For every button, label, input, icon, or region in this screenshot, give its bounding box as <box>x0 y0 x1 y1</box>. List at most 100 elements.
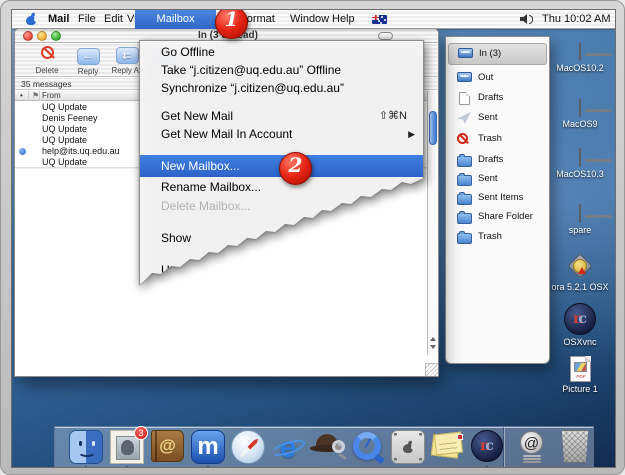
dock-mozilla[interactable]: m <box>191 430 227 466</box>
trash-icon <box>560 430 590 463</box>
mail-unread-badge: 3 <box>134 426 148 440</box>
from-column-header[interactable]: From <box>42 91 61 101</box>
menu-edit[interactable]: Edit <box>104 10 123 29</box>
dock-mail[interactable]: 3 <box>110 430 146 466</box>
paper-plane-icon <box>457 112 471 124</box>
toolbar-toggle-button[interactable] <box>378 32 393 40</box>
system-preferences-icon <box>391 430 425 464</box>
drawer-item-share-folder[interactable]: Share Folder <box>448 207 547 227</box>
drawer-item-trash-folder[interactable]: Trash <box>448 227 547 247</box>
dock-finder[interactable] <box>69 430 105 466</box>
outbox-tray-icon <box>457 72 472 82</box>
menu-item-get-new-mail-in-account[interactable]: Get New Mail In Account ▶ <box>140 125 423 143</box>
pdf-document-icon: PDF <box>570 356 591 382</box>
dock-safari[interactable] <box>231 430 267 466</box>
drawer-item-sent-folder[interactable]: Sent <box>448 169 547 189</box>
drawer-item-drafts[interactable]: Drafts <box>448 88 547 108</box>
sherlock-icon <box>309 430 347 464</box>
running-indicator-icon <box>123 466 131 468</box>
zoom-button[interactable] <box>51 31 61 41</box>
unread-column-header[interactable]: • <box>20 91 23 101</box>
desktop: In (3 unread) Delete ← Reply ⇇ Reply All… <box>11 9 616 468</box>
menu-mailbox-active[interactable]: Mailbox <box>135 10 216 29</box>
vertical-scrollbar[interactable] <box>427 91 438 355</box>
reply-button[interactable]: ← Reply <box>66 46 110 76</box>
menu-bar-clock[interactable]: Thu 10:02 AM <box>542 10 611 29</box>
scroll-down-icon[interactable] <box>430 345 436 349</box>
minimize-button[interactable] <box>37 31 47 41</box>
eudora-installer-icon <box>563 253 597 280</box>
drawer-item-out[interactable]: Out <box>448 68 547 88</box>
document-icon <box>459 92 470 105</box>
menu-item-show[interactable]: Show <box>140 229 423 247</box>
running-indicator-icon <box>204 466 212 468</box>
dock-separator <box>503 427 504 468</box>
annotation-badge-2: 2 <box>279 152 312 185</box>
dock-sherlock[interactable] <box>309 430 345 466</box>
blue-folder-icon <box>457 156 472 167</box>
no-entry-icon <box>457 133 468 144</box>
dock-quicktime[interactable] <box>351 430 387 466</box>
apple-menu-icon[interactable] <box>26 13 37 26</box>
delete-button[interactable]: Delete <box>25 46 69 75</box>
menu-item-get-new-mail[interactable]: Get New Mail ⇧⌘N <box>140 107 423 125</box>
desktop-icon-picture1[interactable]: PDF Picture 1 <box>547 356 613 394</box>
menu-help[interactable]: Help <box>332 10 355 29</box>
desktop-icon-macos102[interactable]: MacOS10.2 <box>547 43 613 73</box>
scrollbar-thumb[interactable] <box>429 111 437 145</box>
delete-icon <box>41 46 54 59</box>
menu-item-synchronize[interactable]: Synchronize “j.citizen@uq.edu.au” <box>140 79 423 97</box>
apple-logo-icon <box>403 441 414 454</box>
vnc-icon: nc <box>471 430 503 462</box>
menu-window[interactable]: Window <box>290 10 329 29</box>
desktop-icon-eudora[interactable]: ora 5.2.1 OSX <box>547 253 613 292</box>
volume-icon[interactable] <box>520 14 534 25</box>
dock-trash[interactable] <box>560 430 596 466</box>
mail-icon: 3 <box>110 430 144 464</box>
mailboxes-drawer: In (3) Out Drafts Sent Trash Drafts Sent <box>445 36 550 364</box>
drawer-item-sent[interactable]: Sent <box>448 108 547 128</box>
reply-icon: ← <box>77 48 100 65</box>
dock-internet-explorer[interactable]: e <box>270 430 306 466</box>
dock-system-preferences[interactable] <box>391 430 427 466</box>
desktop-icon-macos103[interactable]: MacOS10.3 <box>547 149 613 179</box>
unread-dot-icon <box>19 148 26 155</box>
drawer-item-drafts-folder[interactable]: Drafts <box>448 150 547 170</box>
menu-item-delete-mailbox: Delete Mailbox... <box>140 197 423 215</box>
menu-item-take-offline[interactable]: Take “j.citizen@uq.edu.au” Offline <box>140 61 423 79</box>
drawer-item-trash[interactable]: Trash <box>448 129 547 149</box>
hard-drive-icon <box>579 148 581 167</box>
drawer-item-in[interactable]: In (3) <box>448 43 547 65</box>
resize-grip[interactable] <box>425 363 438 376</box>
dock-vnc[interactable]: nc <box>469 430 505 466</box>
hard-drive-icon <box>579 42 581 61</box>
dock-eudora-letters[interactable] <box>430 430 466 466</box>
desktop-icon-spare[interactable]: spare <box>547 205 613 235</box>
mozilla-icon: m <box>191 430 225 464</box>
dock-address-book[interactable]: @ <box>151 430 187 466</box>
scroll-up-icon[interactable] <box>430 337 436 341</box>
message-count: 35 messages <box>21 78 72 90</box>
reply-all-icon: ⇇ <box>116 47 139 64</box>
dock-at-spring[interactable]: @ <box>517 430 553 466</box>
column-divider <box>28 91 29 101</box>
safari-icon <box>231 430 265 464</box>
hard-drive-icon <box>579 204 581 223</box>
menu-mail[interactable]: Mail <box>48 10 69 29</box>
menu-item-use-s-torn[interactable]: Use S <box>140 261 423 279</box>
dock: 3 @ m e <box>54 426 594 468</box>
australian-flag-icon[interactable] <box>372 15 387 24</box>
drawer-item-sent-items[interactable]: Sent Items <box>448 188 547 208</box>
eudora-letters-icon <box>430 430 466 464</box>
vnc-icon: nc <box>564 303 596 335</box>
desktop-icon-macos9[interactable]: MacOS9 <box>547 99 613 129</box>
menu-item-rename-mailbox[interactable]: Rename Mailbox... <box>140 178 423 196</box>
running-indicator-icon <box>82 466 90 468</box>
menu-item-go-offline[interactable]: Go Offline <box>140 43 423 61</box>
address-book-icon: @ <box>151 430 184 462</box>
internet-explorer-icon: e <box>270 430 306 466</box>
menu-file[interactable]: File <box>78 10 96 29</box>
submenu-arrow-icon: ▶ <box>408 125 415 143</box>
close-button[interactable] <box>23 31 33 41</box>
desktop-icon-osxvnc[interactable]: nc OSXvnc <box>547 303 613 347</box>
